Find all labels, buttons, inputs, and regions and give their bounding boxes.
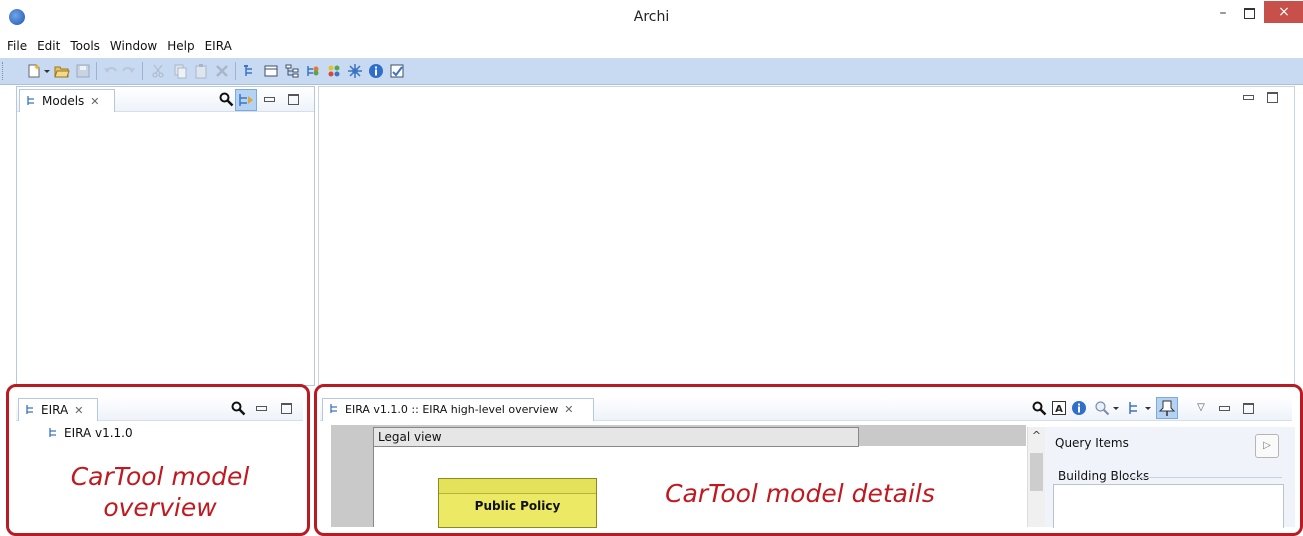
cut-icon[interactable] <box>150 63 166 79</box>
tree-icon <box>26 95 37 106</box>
undo-icon[interactable] <box>102 63 118 79</box>
title-bar: Archi – × <box>0 0 1303 34</box>
minimize-editor-icon[interactable] <box>1240 89 1256 105</box>
palette-icon[interactable] <box>326 63 342 79</box>
copy-icon[interactable] <box>172 63 188 79</box>
menu-edit[interactable]: Edit <box>32 36 65 56</box>
models-panel: Models ✕ <box>16 86 315 386</box>
overview-annotation-text: CarTool model overview <box>70 462 250 522</box>
maximize-editor-icon[interactable] <box>1264 89 1280 105</box>
search-icon[interactable] <box>218 91 234 107</box>
details-annotation-text: CarTool model details <box>665 479 935 508</box>
dropdown-arrow-icon[interactable] <box>43 63 51 79</box>
main-toolbar <box>0 58 1303 85</box>
minimize-view-icon[interactable] <box>261 91 277 107</box>
menu-file[interactable]: File <box>0 36 32 56</box>
editor-area <box>318 86 1295 386</box>
close-tab-icon[interactable]: ✕ <box>90 91 99 113</box>
viewpoint-icon[interactable] <box>347 63 363 79</box>
link-to-editor-icon[interactable] <box>235 89 257 111</box>
window-title: Archi <box>633 9 670 25</box>
models-panel-header: Models ✕ <box>17 87 314 112</box>
validator-icon[interactable] <box>389 63 405 79</box>
redo-icon[interactable] <box>121 63 137 79</box>
menu-bar: File Edit Tools Window Help EIRA <box>0 36 237 56</box>
toolbar-grip[interactable] <box>2 62 6 80</box>
tab-models-label: Models <box>42 94 85 108</box>
tab-models[interactable]: Models ✕ <box>19 89 115 112</box>
minimize-button[interactable]: – <box>1212 4 1234 24</box>
models-tree-icon[interactable] <box>242 63 258 79</box>
menu-tools[interactable]: Tools <box>65 36 105 56</box>
close-button[interactable]: × <box>1264 1 1303 23</box>
navigator-icon[interactable] <box>305 63 321 79</box>
menu-eira[interactable]: EIRA <box>200 36 237 56</box>
new-icon[interactable] <box>26 63 42 79</box>
toolbar-separator <box>96 62 97 80</box>
maximize-button[interactable] <box>1238 4 1260 24</box>
outline-icon[interactable] <box>284 63 300 79</box>
delete-icon[interactable] <box>214 63 230 79</box>
toolbar-separator <box>235 62 236 80</box>
save-icon[interactable] <box>75 63 91 79</box>
info-icon[interactable] <box>368 63 384 79</box>
properties-icon[interactable] <box>263 63 279 79</box>
toolbar-separator <box>142 62 143 80</box>
open-folder-icon[interactable] <box>54 63 70 79</box>
menu-window[interactable]: Window <box>105 36 162 56</box>
details-annotation-box <box>314 384 1303 536</box>
menu-help[interactable]: Help <box>162 36 199 56</box>
maximize-view-icon[interactable] <box>285 91 301 107</box>
paste-icon[interactable] <box>193 63 209 79</box>
